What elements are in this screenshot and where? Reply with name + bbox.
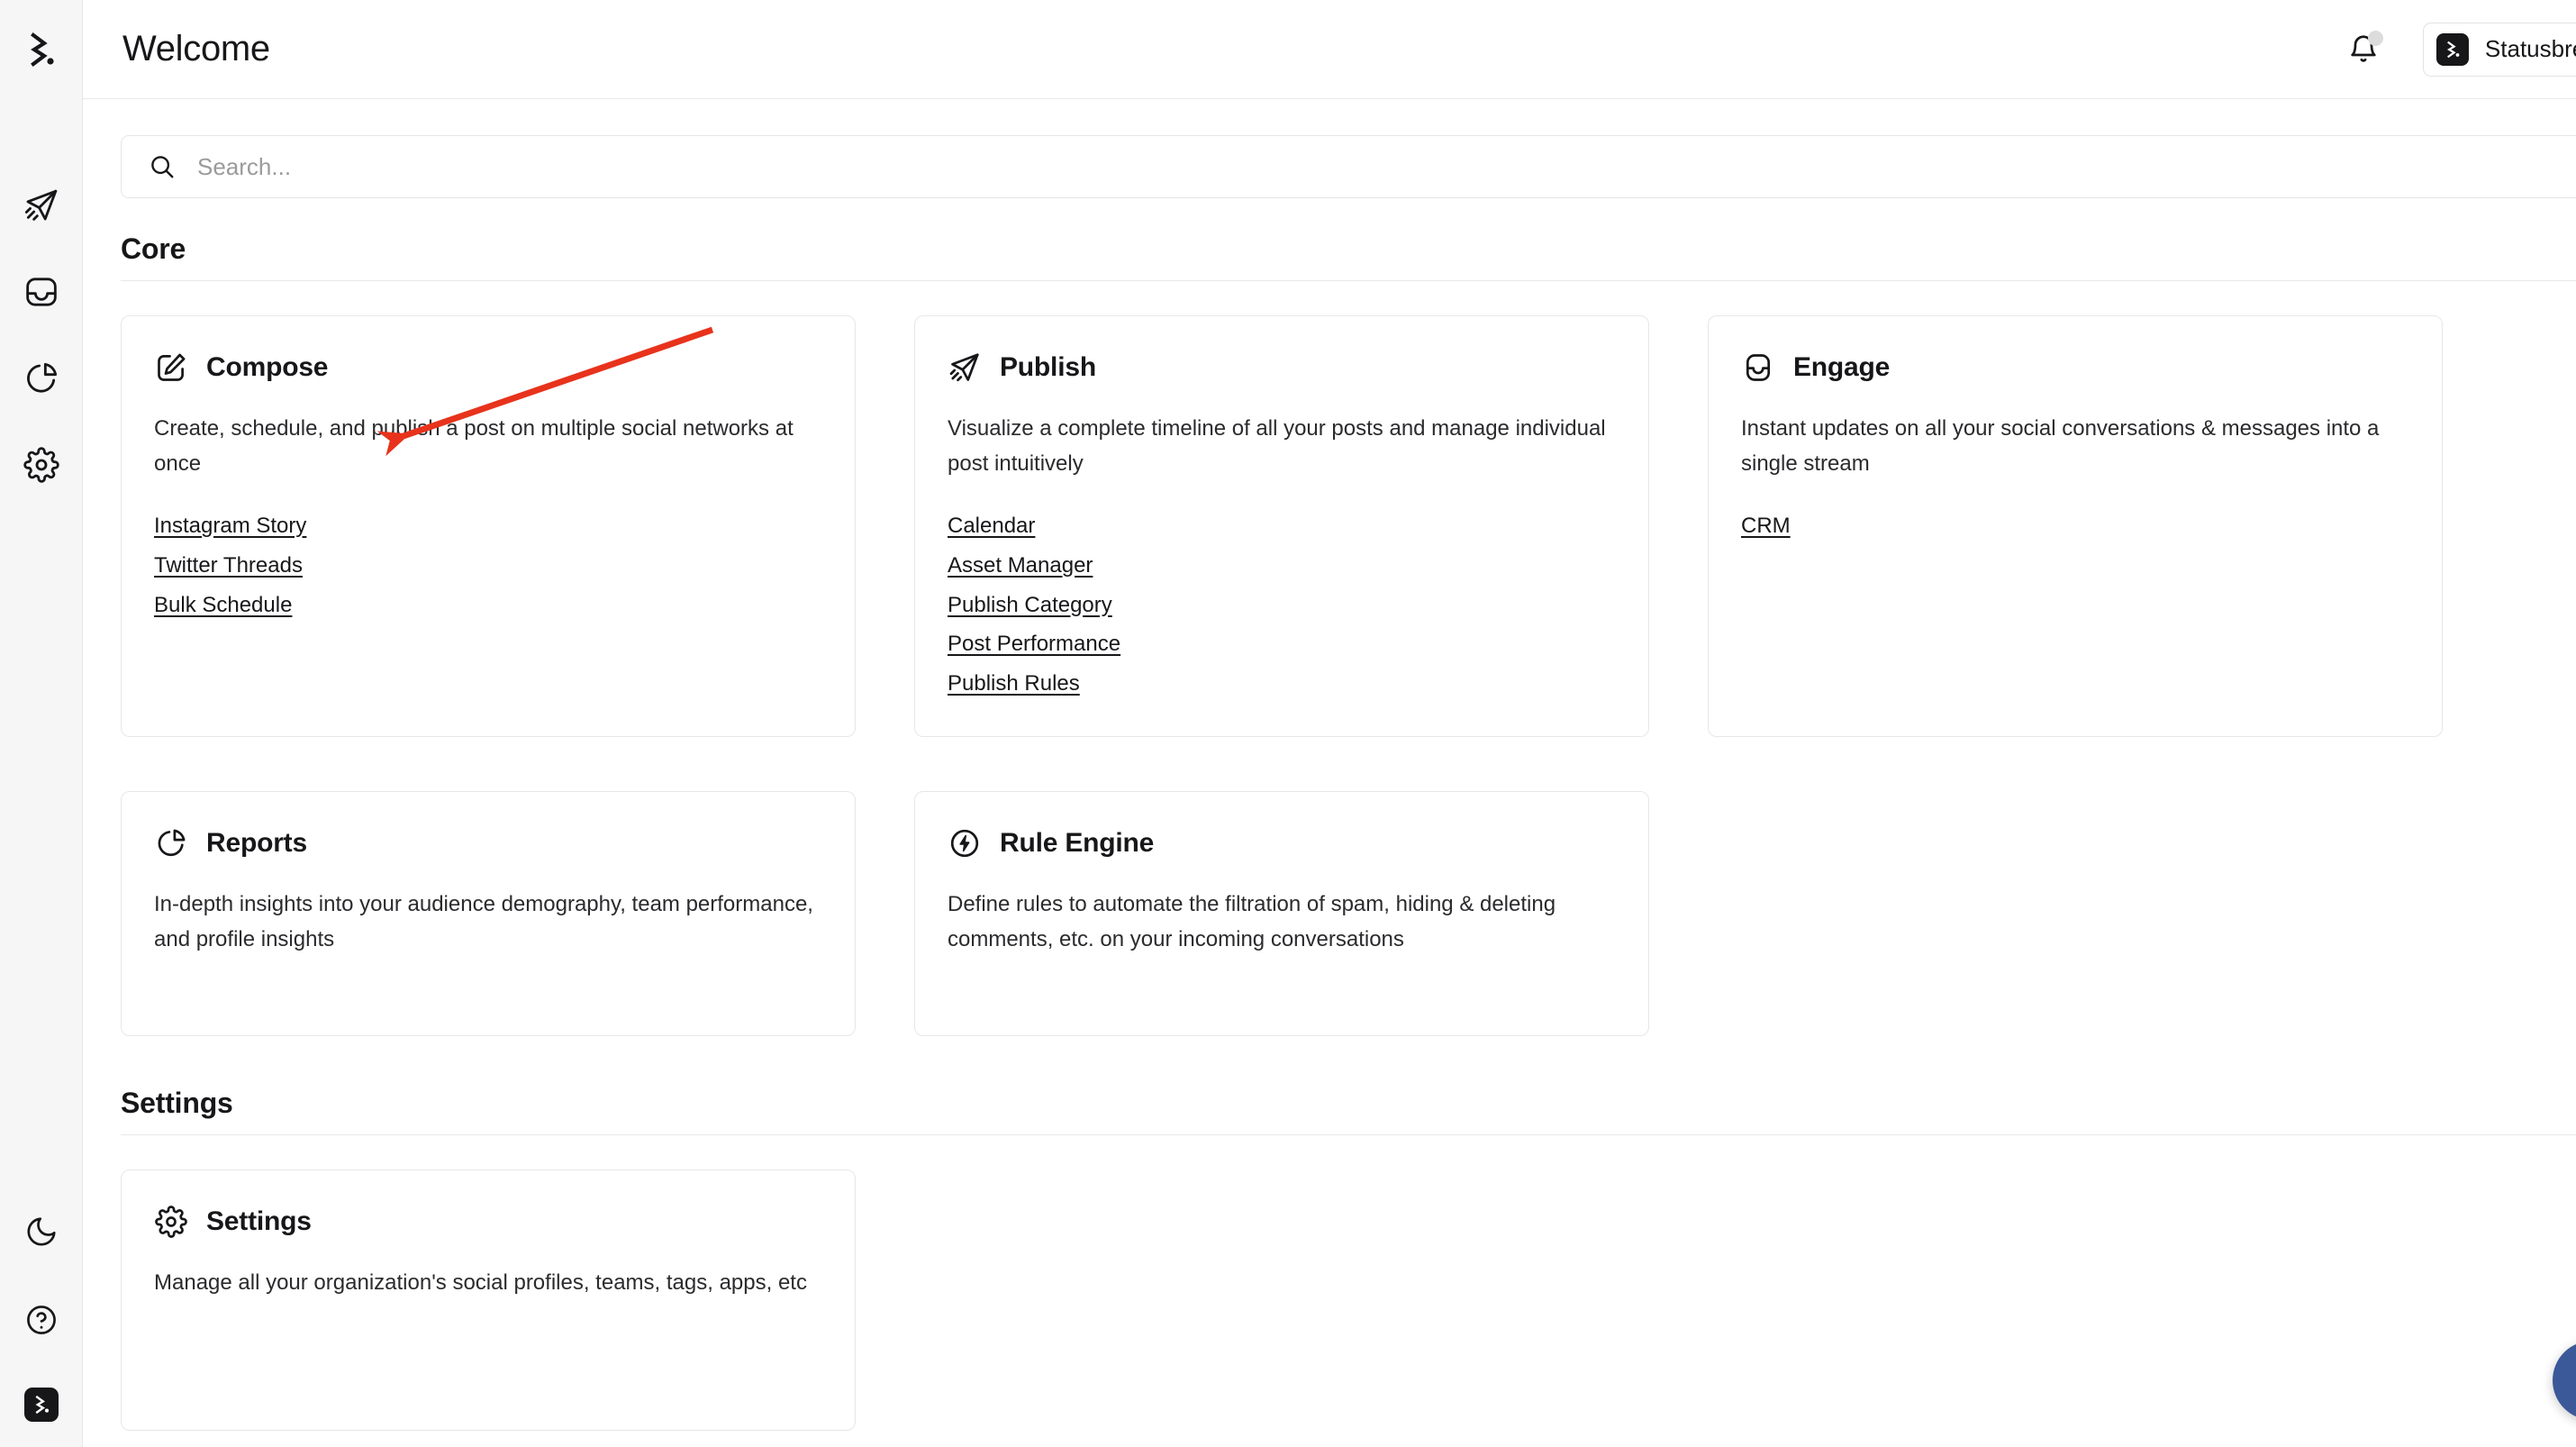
core-card-row-1: Compose Create, schedule, and publish a …: [121, 315, 2576, 738]
inbox-icon: [25, 278, 57, 306]
link-publish-category[interactable]: Publish Category: [948, 588, 1112, 623]
gear-icon: [154, 1205, 188, 1239]
question-circle-icon: [27, 1306, 56, 1334]
edit-square-icon: [154, 350, 188, 385]
card-title: Engage: [1793, 352, 1891, 382]
sidebar-nav: [21, 185, 62, 486]
card-compose[interactable]: Compose Create, schedule, and publish a …: [121, 315, 856, 738]
card-publish[interactable]: Publish Visualize a complete timeline of…: [914, 315, 1649, 738]
card-title: Reports: [206, 828, 307, 859]
paper-plane-icon: [24, 189, 57, 221]
paper-plane-icon: [948, 350, 982, 385]
card-settings[interactable]: Settings Manage all your organization's …: [121, 1169, 856, 1432]
org-logo: [2435, 32, 2469, 66]
account-avatar[interactable]: [24, 1388, 59, 1422]
link-asset-manager[interactable]: Asset Manager: [948, 549, 1093, 584]
organization-name: Statusbrew: [2484, 35, 2576, 62]
section-divider-core: [121, 280, 2576, 281]
content-inner: Core Compose: [83, 135, 2576, 1432]
sidebar: [0, 0, 83, 1447]
card-title: Compose: [206, 352, 329, 382]
page-title: Welcome: [122, 29, 270, 68]
card-title: Settings: [206, 1206, 312, 1237]
page-content: Core Compose: [83, 99, 2576, 1447]
chat-bubble-icon: [2553, 1341, 2576, 1420]
search-icon: [151, 156, 174, 178]
statusbrew-logo-icon: [2446, 41, 2460, 58]
sidebar-bottom-nav: [0, 1211, 83, 1422]
section-title-settings: Settings: [121, 1087, 233, 1120]
card-header: Compose: [154, 350, 822, 385]
card-header: Publish: [948, 350, 1616, 385]
sidebar-logo[interactable]: [0, 0, 83, 99]
search-bar[interactable]: [121, 135, 2576, 198]
card-description: Manage all your organization's social pr…: [154, 1270, 807, 1296]
statusbrew-logo-icon: [35, 1395, 50, 1415]
section-title-core: Core: [121, 232, 186, 265]
sidebar-item-publish[interactable]: [21, 185, 62, 226]
sidebar-item-reports[interactable]: [21, 358, 62, 399]
card-engage[interactable]: Engage Instant updates on all your socia…: [1708, 315, 2443, 738]
card-reports[interactable]: Reports In-depth insights into your audi…: [121, 791, 856, 1037]
gear-icon: [23, 447, 59, 483]
link-calendar[interactable]: Calendar: [948, 509, 1035, 544]
main-area: Welcome Statusbre: [83, 0, 2576, 1447]
link-publish-rules[interactable]: Publish Rules: [948, 667, 1080, 702]
card-description: Visualize a complete timeline of all you…: [948, 416, 1606, 476]
card-title: Publish: [1000, 352, 1096, 382]
card-description: Instant updates on all your social conve…: [1741, 416, 2380, 476]
card-links: Calendar Asset Manager Publish Category …: [948, 509, 1616, 702]
settings-card-row: Settings Manage all your organization's …: [121, 1169, 2576, 1432]
pie-chart-icon: [26, 362, 57, 393]
lightning-circle-icon: [948, 826, 982, 860]
sidebar-item-engage[interactable]: [21, 271, 62, 313]
notifications-button[interactable]: [2345, 30, 2383, 68]
link-bulk-schedule[interactable]: Bulk Schedule: [154, 588, 292, 623]
link-twitter-threads[interactable]: Twitter Threads: [154, 549, 303, 584]
pie-chart-icon: [154, 826, 188, 860]
card-title: Rule Engine: [1000, 828, 1155, 859]
header-actions: Statusbrew: [2345, 22, 2576, 77]
card-description: Define rules to automate the filtration …: [948, 892, 1556, 951]
card-links: CRM: [1741, 509, 2409, 544]
chat-bubble-glyph: [2571, 1360, 2576, 1401]
card-header: Settings: [154, 1205, 822, 1239]
link-crm[interactable]: CRM: [1741, 509, 1791, 544]
moon-icon: [27, 1217, 56, 1246]
section-divider-settings: [121, 1134, 2576, 1136]
sidebar-item-help[interactable]: [21, 1299, 62, 1341]
card-header: Rule Engine: [948, 826, 1616, 860]
core-card-row-2: Reports In-depth insights into your audi…: [121, 791, 2576, 1037]
sidebar-item-dark-mode[interactable]: [21, 1211, 62, 1252]
card-description: In-depth insights into your audience dem…: [154, 892, 813, 951]
card-links: Instagram Story Twitter Threads Bulk Sch…: [154, 509, 822, 623]
page-header: Welcome Statusbre: [83, 0, 2576, 99]
sidebar-item-settings[interactable]: [21, 444, 62, 486]
notification-badge: [2367, 30, 2383, 46]
search-input[interactable]: [197, 152, 2576, 181]
link-post-performance[interactable]: Post Performance: [948, 627, 1120, 662]
app-root: Welcome Statusbre: [0, 0, 2576, 1447]
card-description: Create, schedule, and publish a post on …: [154, 416, 794, 476]
chat-widget-button[interactable]: 1: [2553, 1341, 2576, 1420]
organization-switcher-button[interactable]: Statusbrew: [2422, 22, 2576, 77]
inbox-icon: [1741, 350, 1775, 385]
link-instagram-story[interactable]: Instagram Story: [154, 509, 306, 544]
card-header: Engage: [1741, 350, 2409, 385]
statusbrew-logo-icon: [30, 32, 54, 67]
card-rule-engine[interactable]: Rule Engine Define rules to automate the…: [914, 791, 1649, 1037]
card-header: Reports: [154, 826, 822, 860]
